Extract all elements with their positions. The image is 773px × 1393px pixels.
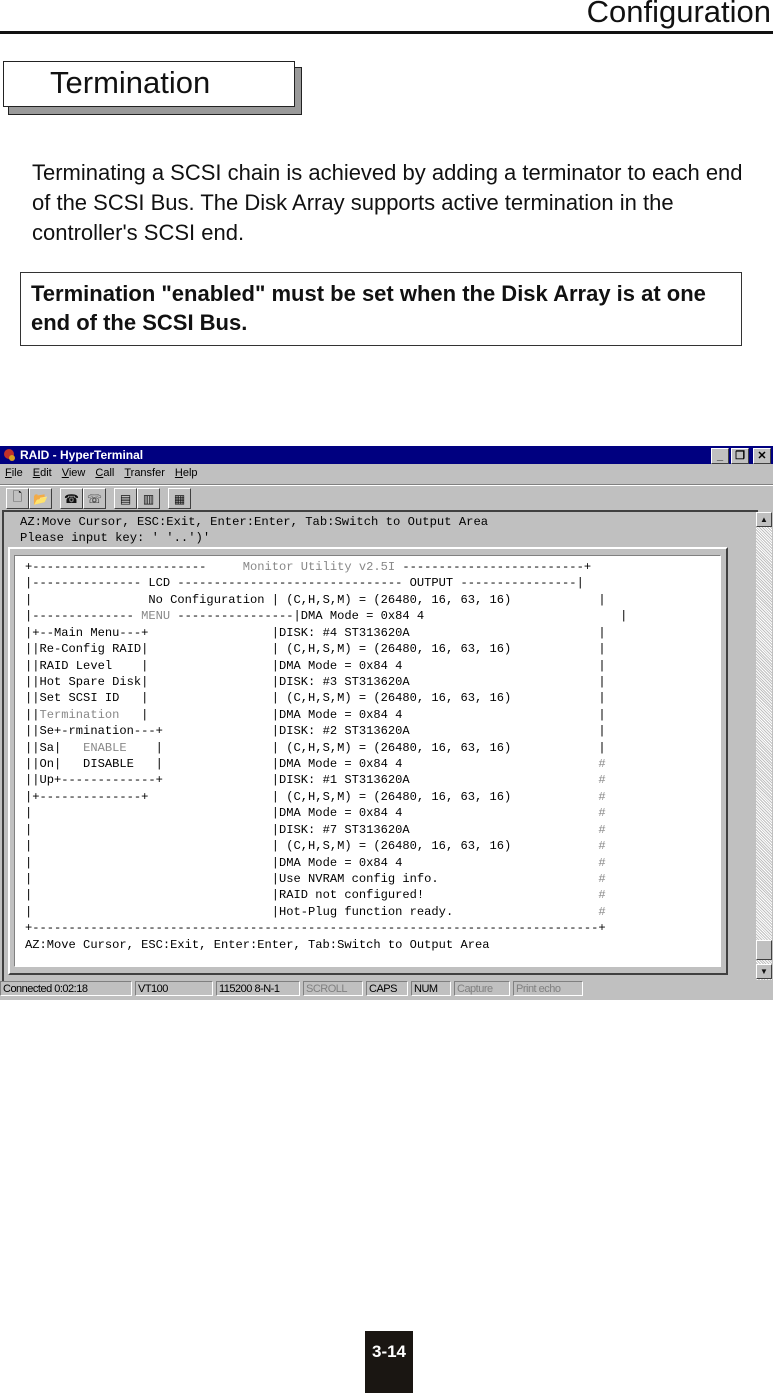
terminal-line: ||Termination | |DMA Mode = 0x84 4 | bbox=[25, 707, 606, 722]
menu-edit[interactable]: Edit bbox=[28, 465, 57, 483]
hyperterminal-window: RAID - HyperTerminal _ ❐ ✕ File Edit View C… bbox=[0, 446, 773, 1000]
terminal-line: ||On| DISABLE | |DMA Mode = 0x84 4 # bbox=[25, 757, 606, 772]
line-end-marker: | bbox=[598, 625, 606, 640]
terminal-line: | |DMA Mode = 0x84 4 # bbox=[25, 855, 606, 870]
monitor-utility-title: Monitor Utility v2.5I bbox=[235, 560, 403, 574]
status-scroll: SCROLL bbox=[303, 981, 363, 996]
terminal-line: | |DISK: #7 ST313620A # bbox=[25, 822, 606, 837]
body-paragraph: Terminating a SCSI chain is achieved by … bbox=[32, 160, 743, 245]
line-end-marker: # bbox=[598, 806, 606, 821]
minimize-button[interactable]: _ bbox=[711, 448, 729, 464]
menu-call[interactable]: Call bbox=[90, 465, 119, 483]
scroll-up-button[interactable]: ▲ bbox=[756, 512, 772, 527]
line-end-marker: | bbox=[598, 740, 606, 755]
disconnect-icon[interactable]: ☏ bbox=[83, 488, 106, 509]
line-end-marker: # bbox=[598, 839, 606, 854]
terminal-bottom-line: +---------------------------------------… bbox=[25, 921, 606, 936]
scroll-down-button[interactable]: ▼ bbox=[756, 964, 772, 979]
menu-bar: File Edit View Call Transfer Help bbox=[0, 465, 203, 483]
line-end-marker: # bbox=[598, 855, 606, 870]
line-end-marker: | bbox=[598, 707, 606, 722]
terminal-line: | |RAID not configured! # bbox=[25, 888, 606, 903]
close-button[interactable]: ✕ bbox=[753, 448, 771, 464]
terminal-line: ||Sa| ENABLE | | (C,H,S,M) = (26480, 16,… bbox=[25, 740, 606, 755]
menu-help[interactable]: Help bbox=[170, 465, 203, 483]
terminal-line: ||Hot Spare Disk| |DISK: #3 ST313620A | bbox=[25, 674, 606, 689]
terminal-line: | |DMA Mode = 0x84 4 # bbox=[25, 806, 606, 821]
page-number-text: 3-14 bbox=[371, 1342, 407, 1361]
status-115200-8-n-1: 115200 8-N-1 bbox=[216, 981, 300, 996]
terminal-line: ||Up+-------------+ |DISK: #1 ST313620A … bbox=[25, 773, 606, 788]
terminal-line: ||RAID Level | |DMA Mode = 0x84 4 | bbox=[25, 658, 606, 673]
terminal-line: | No Configuration | (C,H,S,M) = (26480,… bbox=[25, 592, 606, 607]
new-icon[interactable]: 🗋 bbox=[6, 488, 29, 509]
scroll-thumb[interactable] bbox=[756, 940, 772, 960]
terminal-line: |+--Main Menu---+ |DISK: #4 ST313620A | bbox=[25, 625, 606, 640]
terminal-screen-frame: +------------------------ Monitor Utilit… bbox=[8, 547, 728, 975]
line-end-marker: | bbox=[598, 674, 606, 689]
restore-button[interactable]: ❐ bbox=[731, 448, 749, 464]
note-box: Termination "enabled" must be set when t… bbox=[20, 272, 742, 346]
menu-label: MENU bbox=[141, 609, 171, 624]
toolbar: 🗋 📂 ☎ ☏ ▤ ▥ ▦ bbox=[6, 488, 191, 510]
section-title: Termination bbox=[50, 65, 211, 100]
terminal-line: ||Re-Config RAID| | (C,H,S,M) = (26480, … bbox=[25, 642, 606, 657]
terminal-section-line: |--------------- LCD -------------------… bbox=[25, 576, 584, 591]
menu-option-highlighted: ENABLE bbox=[83, 740, 127, 755]
line-end-marker: | bbox=[598, 658, 606, 673]
terminal-line: ||Se+-rmination---+ |DISK: #2 ST313620A … bbox=[25, 724, 606, 739]
header-rule bbox=[0, 31, 773, 34]
line-end-marker: | bbox=[620, 609, 628, 624]
status-connected-0-02-18: Connected 0:02:18 bbox=[0, 981, 132, 996]
terminal-line: | |Hot-Plug function ready. # bbox=[25, 904, 606, 919]
vertical-scrollbar[interactable]: ▲ ▼ bbox=[756, 512, 772, 980]
terminal-title-line: +------------------------ Monitor Utilit… bbox=[25, 560, 592, 574]
line-end-marker: | bbox=[598, 592, 606, 607]
terminal-footer: AZ:Move Cursor, ESC:Exit, Enter:Enter, T… bbox=[25, 937, 490, 952]
window-title: RAID - HyperTerminal bbox=[20, 448, 144, 462]
send-icon[interactable]: ▤ bbox=[114, 488, 137, 509]
terminal-line: |-------------- MENU ----------------|DM… bbox=[25, 609, 628, 624]
menu-transfer[interactable]: Transfer bbox=[119, 465, 170, 483]
terminal-header: AZ:Move Cursor, ESC:Exit, Enter:Enter, T… bbox=[20, 514, 488, 547]
page-header-title: Configuration bbox=[586, 0, 771, 29]
line-end-marker: # bbox=[598, 773, 606, 788]
menu-file[interactable]: File bbox=[0, 465, 28, 483]
status-num: NUM bbox=[411, 981, 451, 996]
terminal-area[interactable]: AZ:Move Cursor, ESC:Exit, Enter:Enter, T… bbox=[2, 510, 758, 982]
properties-icon[interactable]: ▦ bbox=[168, 488, 191, 509]
menu-option-highlighted: Termination bbox=[39, 707, 120, 722]
line-end-marker: | bbox=[598, 724, 606, 739]
terminal-line: | |Use NVRAM config info. # bbox=[25, 872, 606, 887]
terminal-lines: +------------------------ Monitor Utilit… bbox=[25, 559, 627, 953]
line-end-marker: # bbox=[598, 822, 606, 837]
status-caps: CAPS bbox=[366, 981, 408, 996]
line-end-marker: # bbox=[598, 904, 606, 919]
terminal-line: |+--------------+ | (C,H,S,M) = (26480, … bbox=[25, 789, 606, 804]
status-vt100: VT100 bbox=[135, 981, 213, 996]
section-title-box: Termination bbox=[3, 61, 295, 107]
terminal-header-line: Please input key: ' '..')' bbox=[20, 531, 211, 546]
terminal-header-line: AZ:Move Cursor, ESC:Exit, Enter:Enter, T… bbox=[20, 515, 489, 529]
receive-icon[interactable]: ▥ bbox=[137, 488, 160, 509]
status-print-echo: Print echo bbox=[513, 981, 583, 996]
line-end-marker: # bbox=[598, 888, 606, 903]
title-bar[interactable]: RAID - HyperTerminal _ ❐ ✕ bbox=[0, 446, 773, 464]
terminal-screen[interactable]: +------------------------ Monitor Utilit… bbox=[14, 555, 721, 967]
terminal-line: ||Set SCSI ID | | (C,H,S,M) = (26480, 16… bbox=[25, 691, 606, 706]
status-capture: Capture bbox=[454, 981, 510, 996]
menu-view[interactable]: View bbox=[57, 465, 91, 483]
terminal-line: | | (C,H,S,M) = (26480, 16, 63, 16) # bbox=[25, 839, 606, 854]
line-end-marker: # bbox=[598, 872, 606, 887]
open-icon[interactable]: 📂 bbox=[29, 488, 52, 509]
connect-icon[interactable]: ☎ bbox=[60, 488, 83, 509]
page-number: 3-14 bbox=[365, 1331, 413, 1393]
line-end-marker: | bbox=[598, 642, 606, 657]
hyperterminal-icon bbox=[4, 449, 15, 461]
line-end-marker: # bbox=[598, 757, 606, 772]
menu-separator bbox=[0, 484, 773, 486]
line-end-marker: | bbox=[598, 691, 606, 706]
status-bar: Connected 0:02:18 VT100 115200 8-N-1 SCROLL… bbox=[0, 981, 773, 999]
line-end-marker: # bbox=[598, 789, 606, 804]
